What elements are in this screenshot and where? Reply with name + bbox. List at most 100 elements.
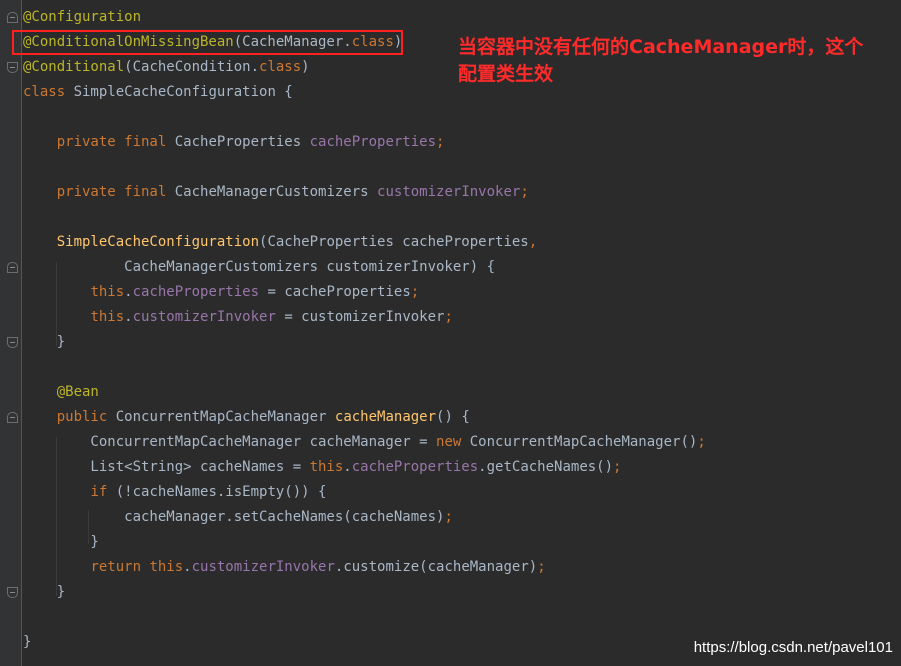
code-token: } (23, 534, 99, 550)
code-token: . (124, 309, 133, 325)
code-token: customizerInvoker (191, 559, 335, 575)
code-line[interactable] (23, 605, 706, 630)
code-token: customizerInvoker (377, 184, 521, 200)
code-line[interactable]: } (23, 330, 706, 355)
code-line[interactable] (23, 355, 706, 380)
code-token: = customizerInvoker (275, 309, 445, 325)
code-token: (CacheProperties cacheProperties (259, 234, 529, 250)
fold-collapse-method-icon[interactable] (7, 412, 18, 423)
code-token: new (436, 434, 470, 450)
code-line[interactable]: this.cacheProperties = cacheProperties; (23, 280, 706, 305)
code-token: ; (537, 559, 546, 575)
code-token: public (56, 409, 116, 425)
code-line[interactable]: } (23, 630, 706, 655)
code-line[interactable]: CacheManagerCustomizers customizerInvoke… (23, 255, 706, 280)
code-token: .getCacheNames() (478, 459, 614, 475)
code-token: class (259, 59, 302, 75)
code-line[interactable]: } (23, 530, 706, 555)
code-token: cacheManager (334, 409, 437, 425)
code-line[interactable]: cacheManager.setCacheNames(cacheNames); (23, 505, 706, 530)
code-token: ConcurrentMapCacheManager() (469, 434, 698, 450)
code-token: (CacheCondition. (124, 59, 260, 75)
code-editor[interactable]: @Configuration @ConditionalOnMissingBean(… (23, 5, 706, 655)
code-token: . (343, 459, 352, 475)
fold-collapse-class-icon[interactable] (7, 12, 18, 23)
code-line[interactable]: return this.customizerInvoker.customize(… (23, 555, 706, 580)
code-line[interactable]: SimpleCacheConfiguration(CacheProperties… (23, 230, 706, 255)
code-token: .customize(cacheManager) (334, 559, 538, 575)
code-token: @Conditional (23, 59, 125, 75)
code-token: @Bean (56, 384, 99, 400)
code-line[interactable]: ConcurrentMapCacheManager cacheManager =… (23, 430, 706, 455)
code-line[interactable]: private final CacheManagerCustomizers cu… (23, 180, 706, 205)
code-token: . (183, 559, 192, 575)
code-token: } (23, 334, 66, 350)
code-token: } (23, 584, 66, 600)
code-token: SimpleCacheConfiguration { (73, 84, 293, 100)
watermark: https://blog.csdn.net/pavel101 (693, 639, 893, 656)
code-token: private final (56, 134, 175, 150)
code-line[interactable]: private final CacheProperties cachePrope… (23, 130, 706, 155)
code-line[interactable]: if (!cacheNames.isEmpty()) { (23, 480, 706, 505)
code-token: CacheManagerCustomizers customizerInvoke… (23, 259, 496, 275)
code-line[interactable]: this.customizerInvoker = customizerInvok… (23, 305, 706, 330)
code-token: @Configuration (23, 9, 142, 25)
code-token: cacheProperties (132, 284, 260, 300)
code-token: cacheProperties (309, 134, 437, 150)
annotation-note: 当容器中没有任何的CacheManager时，这个配置类生效 (458, 36, 864, 85)
code-token: = cacheProperties (259, 284, 411, 300)
code-line[interactable] (23, 205, 706, 230)
code-token: private final (56, 184, 175, 200)
code-token: CacheProperties (174, 134, 310, 150)
code-token: ; (410, 284, 420, 300)
code-token: ; (444, 509, 453, 525)
fold-end-constructor-icon[interactable] (7, 337, 18, 348)
code-token: List<String> cacheNames = (23, 459, 310, 475)
highlight-box (12, 30, 403, 55)
code-token: ; (520, 184, 529, 200)
code-line[interactable] (23, 105, 706, 130)
code-token: cacheManager.setCacheNames(cacheNames) (23, 509, 445, 525)
code-token: customizerInvoker (132, 309, 276, 325)
code-token: SimpleCacheConfiguration (56, 234, 260, 250)
code-token: ) (301, 59, 310, 75)
code-token: class (23, 84, 74, 100)
fold-end-method-icon[interactable] (7, 587, 18, 598)
code-token: cacheProperties (351, 459, 479, 475)
code-token: ; (444, 309, 453, 325)
code-token: , (528, 234, 538, 250)
code-token: this (309, 459, 344, 475)
code-line[interactable]: List<String> cacheNames = this.cacheProp… (23, 455, 706, 480)
code-token: ConcurrentMapCacheManager cacheManager = (23, 434, 437, 450)
code-token: CacheManagerCustomizers (174, 184, 378, 200)
code-token: () { (436, 409, 470, 425)
code-line[interactable]: @Configuration (23, 5, 706, 30)
code-line[interactable]: public ConcurrentMapCacheManager cacheMa… (23, 405, 706, 430)
code-token: ; (613, 459, 622, 475)
code-token: ; (436, 134, 445, 150)
code-token: ConcurrentMapCacheManager (115, 409, 335, 425)
code-line[interactable]: } (23, 580, 706, 605)
code-token: . (124, 284, 133, 300)
code-token: } (23, 634, 32, 650)
code-line[interactable]: @Bean (23, 380, 706, 405)
code-line[interactable] (23, 155, 706, 180)
code-token: this (90, 284, 125, 300)
code-token: ; (697, 434, 706, 450)
editor-gutter (0, 0, 22, 666)
fold-collapse-constructor-icon[interactable] (7, 262, 18, 273)
code-token: if (90, 484, 116, 500)
fold-marker-icon[interactable] (7, 62, 18, 73)
code-token: (!cacheNames.isEmpty()) { (115, 484, 327, 500)
code-token: return this (90, 559, 184, 575)
code-token: this (90, 309, 125, 325)
